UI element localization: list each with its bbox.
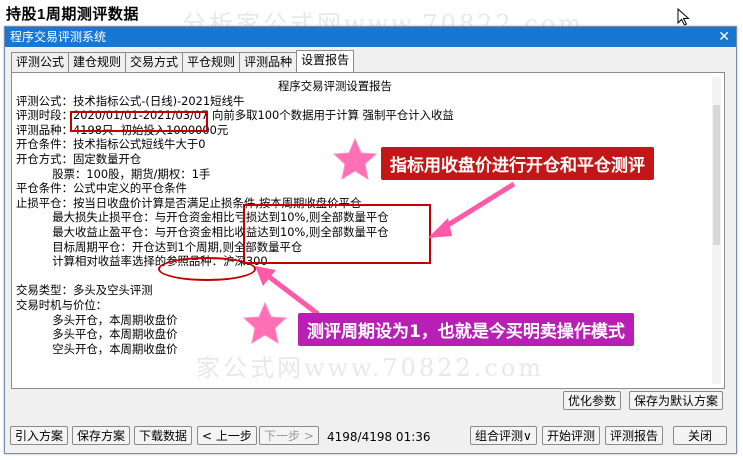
callout-period-one: 测评周期设为1，也就是今买明卖操作模式 [298, 313, 634, 346]
star-icon [332, 137, 378, 181]
star-icon-2 [242, 301, 288, 345]
callout-close-price: 指标用收盘价进行开仓和平仓测评 [381, 147, 654, 180]
annotation-arrows [242, 137, 516, 345]
